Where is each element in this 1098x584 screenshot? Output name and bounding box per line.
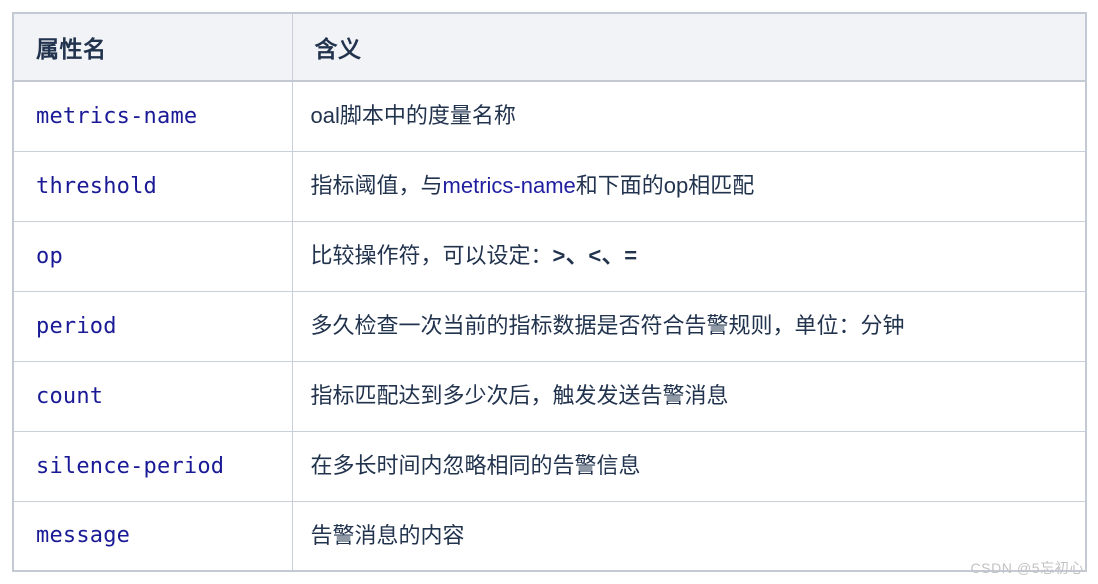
cell-attribute-name: metrics-name (12, 80, 293, 152)
meaning-code: metrics-name (442, 173, 576, 199)
column-header-meaning: 含义 (291, 12, 1087, 82)
meaning-prefix: 指标匹配达到多少次后，触发发送告警消息 (310, 383, 729, 409)
cell-attribute-name: threshold (12, 150, 293, 222)
cell-meaning: 在多长时间内忽略相同的告警信息 (291, 430, 1087, 502)
attribute-name-text: metrics-name (36, 103, 198, 129)
meaning-prefix: oal脚本中的度量名称 (310, 103, 516, 129)
column-header-attribute-name: 属性名 (12, 12, 293, 82)
table-row: silence-period 在多长时间内忽略相同的告警信息 (12, 430, 1087, 502)
cell-attribute-name: op (12, 220, 293, 292)
column-header-attribute-name-label: 属性名 (36, 36, 107, 62)
cell-attribute-name: message (12, 500, 293, 572)
table-row: message 告警消息的内容 (12, 500, 1087, 572)
page-root: 属性名 含义 metrics-name oal脚本中的度量名称 threshol… (0, 0, 1098, 584)
attribute-name-text: threshold (36, 173, 158, 199)
cell-meaning: 指标阈值，与metrics-name和下面的op相匹配 (291, 150, 1087, 222)
meaning-text: 多久检查一次当前的指标数据是否符合告警规则，单位：分钟 (293, 311, 1086, 341)
table-row: metrics-name oal脚本中的度量名称 (12, 80, 1087, 152)
cell-meaning: 指标匹配达到多少次后，触发发送告警消息 (291, 360, 1087, 432)
table-header: 属性名 含义 (12, 12, 1087, 82)
meaning-prefix: 指标阈值，与 (310, 173, 443, 199)
meaning-text: 告警消息的内容 (293, 521, 1086, 551)
meaning-text: 在多长时间内忽略相同的告警信息 (293, 451, 1086, 481)
table-row: op 比较操作符，可以设定：>、<、= (12, 220, 1087, 292)
meaning-text: 指标匹配达到多少次后，触发发送告警消息 (293, 381, 1086, 411)
attribute-name-text: period (36, 313, 117, 339)
meaning-text: 比较操作符，可以设定：>、<、= (293, 241, 1086, 271)
cell-meaning: 比较操作符，可以设定：>、<、= (291, 220, 1087, 292)
attribute-name-text: count (36, 383, 104, 409)
meaning-prefix: 比较操作符，可以设定： (310, 243, 553, 269)
attribute-name-text: message (36, 523, 131, 549)
meaning-prefix: 在多长时间内忽略相同的告警信息 (310, 453, 641, 479)
meaning-text: 指标阈值，与metrics-name和下面的op相匹配 (293, 171, 1086, 201)
meaning-suffix: 和下面的op相匹配 (575, 173, 755, 199)
table-row: threshold 指标阈值，与metrics-name和下面的op相匹配 (12, 150, 1087, 222)
table-row: period 多久检查一次当前的指标数据是否符合告警规则，单位：分钟 (12, 290, 1087, 362)
meaning-prefix: 多久检查一次当前的指标数据是否符合告警规则，单位：分钟 (310, 313, 905, 339)
meaning-prefix: 告警消息的内容 (310, 522, 465, 548)
cell-attribute-name: period (12, 290, 293, 362)
column-header-meaning-label: 含义 (314, 36, 362, 62)
csdn-watermark: CSDN @5忘初心 (970, 560, 1084, 576)
meaning-operators: >、<、= (552, 243, 638, 269)
cell-meaning: 多久检查一次当前的指标数据是否符合告警规则，单位：分钟 (291, 290, 1087, 362)
meaning-text: oal脚本中的度量名称 (293, 101, 1086, 131)
attribute-definition-table: 属性名 含义 metrics-name oal脚本中的度量名称 threshol… (12, 12, 1087, 572)
attribute-name-text: silence-period (36, 453, 225, 479)
cell-meaning: 告警消息的内容 (291, 500, 1087, 572)
table-header-row: 属性名 含义 (12, 12, 1087, 82)
cell-attribute-name: count (12, 360, 293, 432)
attribute-name-text: op (36, 243, 63, 269)
table-row: count 指标匹配达到多少次后，触发发送告警消息 (12, 360, 1087, 432)
cell-meaning: oal脚本中的度量名称 (291, 80, 1087, 152)
cell-attribute-name: silence-period (12, 430, 293, 502)
table-body: metrics-name oal脚本中的度量名称 threshold 指标阈值，… (12, 80, 1087, 572)
